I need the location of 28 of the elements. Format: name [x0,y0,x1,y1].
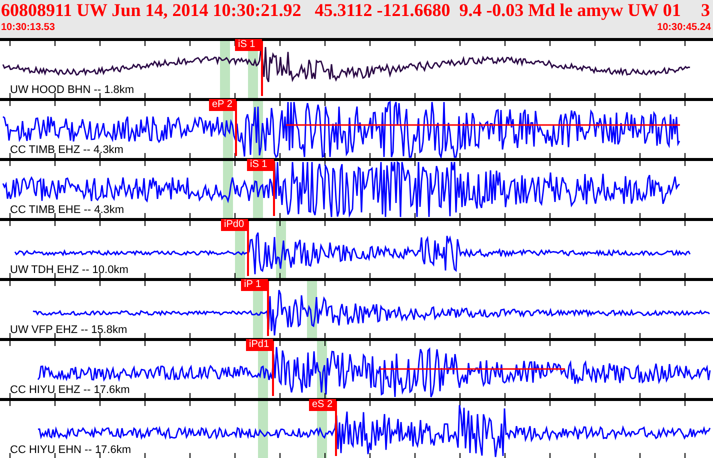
pick-window-band [220,41,230,98]
trace-label: CC HIYU EHN -- 17.6km [10,444,132,457]
trace-label: CC TIMB EHZ -- 4.3km [10,144,124,157]
trace-label: UW VFP EHZ -- 15.8km [10,324,128,337]
trace-label: CC TIMB EHE -- 4.3km [10,204,124,217]
pick-marker-line [261,41,263,96]
pick-marker-line [273,161,275,216]
pick-window-band [223,161,233,218]
trace-label: CC HIYU EHZ -- 17.6km [10,384,130,397]
pick-marker-line [235,101,237,156]
pick-label: iPd0 [221,219,248,231]
start-time: 10:30:13.53 [1,21,55,34]
pick-marker-line [247,221,249,276]
pick-marker-line [335,401,337,456]
trace-label: UW HOOD BHN -- 1.8km [10,84,134,97]
pick-label: eP 2 [209,99,236,111]
trace-label: UW TDH EHZ -- 10.0km [10,264,128,277]
pick-label: eS 2 [309,399,336,411]
pick-label: iPd1 [246,339,273,351]
event-title: 60808911 UW Jun 14, 2014 10:30:21.92 45.3112 -121.6680 9.4 -0.03 Md le amyw UW 01 [1,0,681,21]
end-time: 10:30:45.24 [657,21,711,34]
pick-label: iS 1 [235,39,262,51]
pick-label: iS 1 [247,159,274,171]
event-count: 3 [701,0,710,21]
pick-window-band [258,401,268,458]
pick-marker-line [267,281,269,336]
pick-label: iP 1 [241,279,268,291]
pick-marker-line [272,341,274,396]
